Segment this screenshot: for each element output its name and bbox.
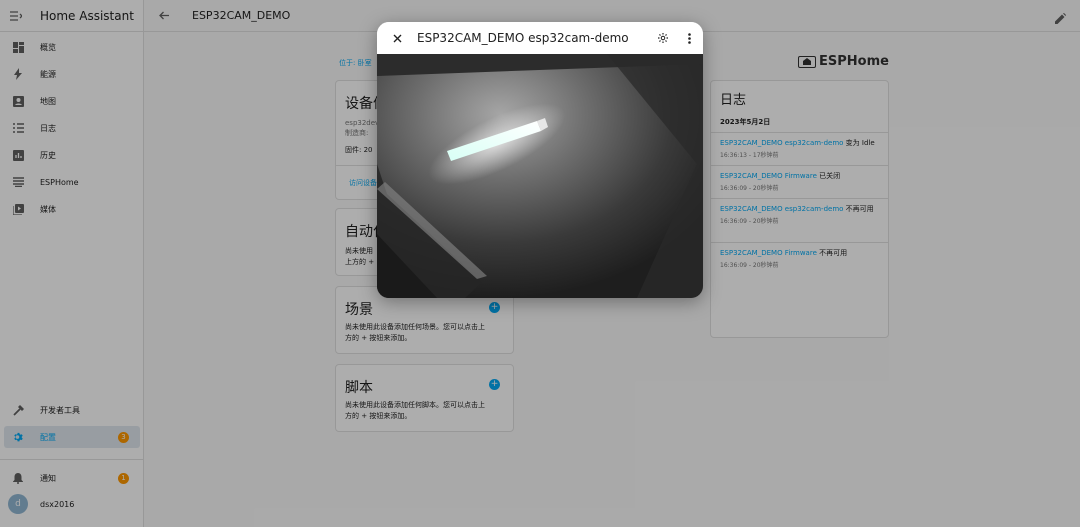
settings-button[interactable] <box>649 32 676 44</box>
camera-dialog: ESP32CAM_DEMO esp32cam-demo <box>377 22 703 298</box>
gear-icon <box>657 33 668 43</box>
dialog-header: ESP32CAM_DEMO esp32cam-demo <box>377 22 703 54</box>
close-button[interactable] <box>377 34 417 43</box>
dialog-title: ESP32CAM_DEMO esp32cam-demo <box>417 31 629 45</box>
more-button[interactable] <box>676 32 703 44</box>
dots-vertical-icon <box>688 32 691 44</box>
camera-stream-image <box>377 54 703 298</box>
close-icon <box>393 34 401 42</box>
